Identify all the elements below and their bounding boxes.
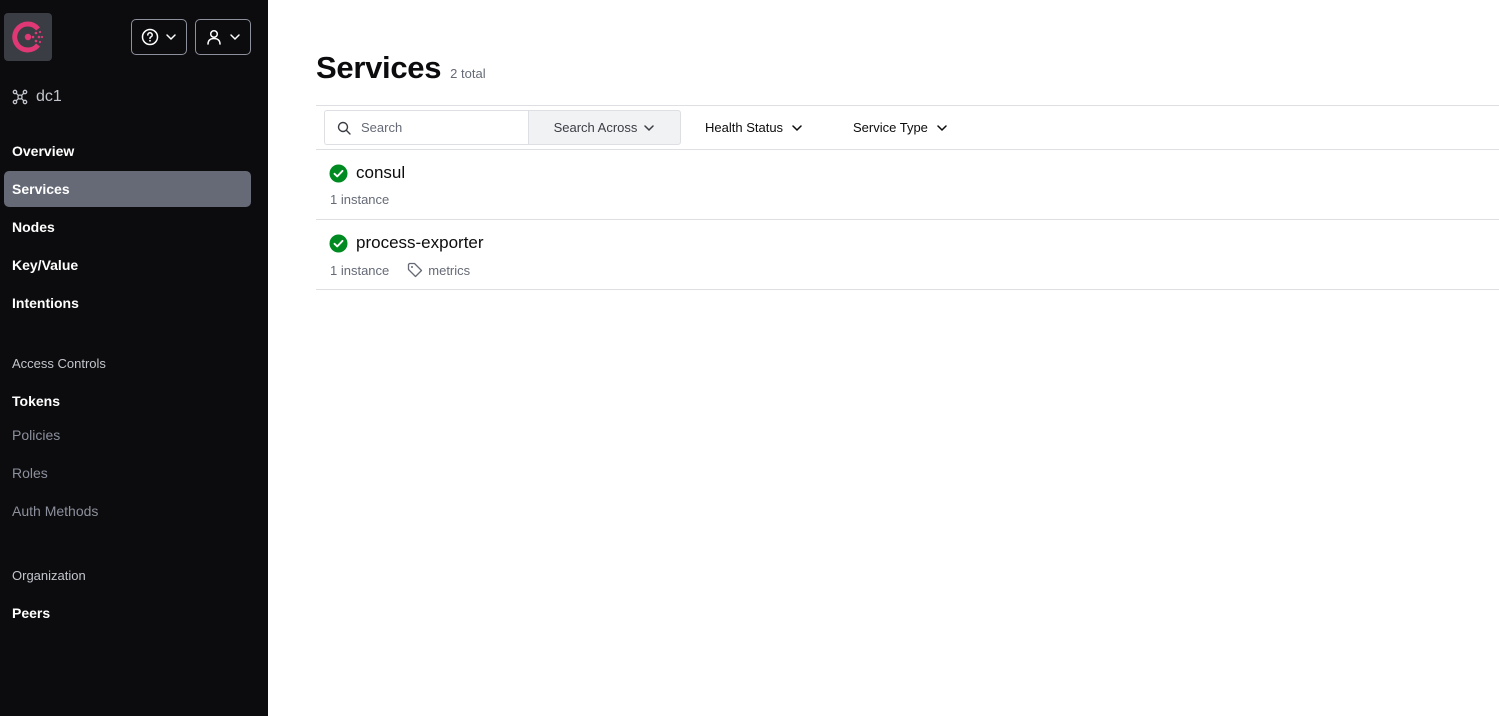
- help-icon: [141, 28, 159, 46]
- chevron-down-icon: [166, 34, 176, 41]
- page-title: Services: [316, 50, 442, 85]
- search-input[interactable]: [361, 120, 521, 135]
- service-link-consul[interactable]: consul: [329, 163, 405, 183]
- health-status-label: Health Status: [705, 120, 784, 135]
- chevron-down-icon: [792, 124, 802, 131]
- sidebar-item-key-value[interactable]: Key/Value: [4, 247, 251, 283]
- main-content: Services 2 total Search Across Health St…: [268, 0, 1499, 716]
- search-across-label: Search Across: [553, 120, 638, 135]
- page-header: Services 2 total: [316, 50, 486, 86]
- search-icon: [337, 121, 351, 135]
- service-name: consul: [356, 163, 406, 182]
- user-menu-button[interactable]: [195, 19, 251, 55]
- sidebar-item-services[interactable]: Services: [4, 171, 251, 207]
- health-status-dropdown[interactable]: Health Status: [705, 110, 803, 145]
- consul-logo[interactable]: [4, 13, 52, 61]
- chevron-down-icon: [230, 34, 240, 41]
- service-meta: 1 instance metrics: [330, 262, 470, 278]
- chevron-down-icon: [644, 124, 655, 131]
- service-meta: 1 instance: [330, 192, 389, 207]
- access-controls-heading: Access Controls: [12, 356, 106, 371]
- user-icon: [207, 29, 221, 45]
- sidebar-item-overview[interactable]: Overview: [4, 133, 251, 169]
- service-row[interactable]: process-exporter 1 instance metrics: [316, 220, 1499, 290]
- service-tag: metrics: [407, 262, 470, 278]
- help-menu-button[interactable]: [131, 19, 187, 55]
- filter-toolbar: Search Across Health Status Service Type: [316, 105, 1499, 150]
- tag-label: metrics: [428, 262, 471, 278]
- organization-heading: Organization: [12, 568, 86, 583]
- service-link-process-exporter[interactable]: process-exporter: [329, 233, 484, 253]
- health-passing-icon: [329, 164, 348, 182]
- sidebar: dc1 Overview Services Nodes Key/Value In…: [0, 0, 268, 716]
- sidebar-item-roles[interactable]: Roles: [4, 455, 251, 491]
- chevron-down-icon: [937, 124, 947, 131]
- tag-icon: [408, 262, 423, 278]
- datacenter-selector[interactable]: dc1: [12, 86, 62, 108]
- service-name: process-exporter: [356, 233, 484, 252]
- search-box[interactable]: [324, 110, 529, 145]
- search-across-dropdown[interactable]: Search Across: [528, 110, 681, 145]
- health-passing-icon: [329, 234, 348, 252]
- datacenter-label: dc1: [36, 88, 62, 105]
- sidebar-item-policies[interactable]: Policies: [4, 417, 251, 453]
- service-type-label: Service Type: [853, 120, 928, 135]
- instance-count: 1 instance: [330, 262, 390, 278]
- sidebar-item-intentions[interactable]: Intentions: [4, 285, 251, 321]
- sidebar-item-auth-methods[interactable]: Auth Methods: [4, 493, 251, 529]
- instance-count: 1 instance: [330, 192, 390, 207]
- sidebar-item-nodes[interactable]: Nodes: [4, 209, 251, 245]
- consul-logo-icon: [12, 21, 44, 53]
- datacenter-icon: [12, 89, 28, 105]
- sidebar-item-peers[interactable]: Peers: [4, 595, 251, 631]
- sidebar-item-tokens[interactable]: Tokens: [4, 383, 251, 419]
- app: dc1 Overview Services Nodes Key/Value In…: [0, 0, 1499, 716]
- total-count: 2 total: [450, 66, 486, 81]
- service-row[interactable]: consul 1 instance: [316, 150, 1499, 220]
- service-type-dropdown[interactable]: Service Type: [853, 110, 948, 145]
